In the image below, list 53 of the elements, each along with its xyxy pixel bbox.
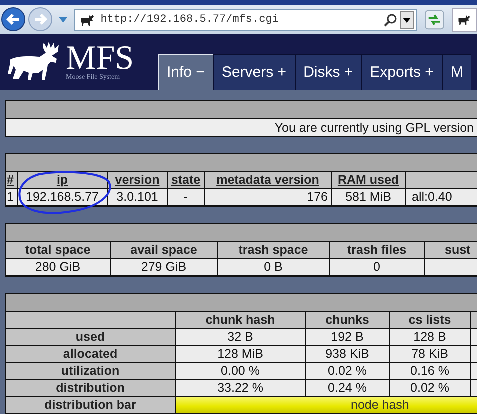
table-cell: 0.02 % [390,380,470,396]
search-icon[interactable] [384,12,398,26]
column-header-link[interactable]: ip [56,173,68,187]
nav-tab[interactable]: M [442,54,472,90]
column-header: trash files [330,242,424,258]
moose-icon [457,14,472,26]
table-cell: 0.00 % [176,362,306,380]
logo-text: MFS [66,43,134,75]
row-header: used [6,328,176,346]
address-field[interactable]: http://192.168.5.77/mfs.cgi [74,8,417,30]
row-header: distribution bar [6,396,176,414]
table-cell: 1 [6,188,18,206]
table-cell: 0 B [218,258,330,276]
url-text: http://192.168.5.77/mfs.cgi [100,14,280,26]
table-cell: 176 [204,188,332,206]
table-cell: 32 B [176,328,306,346]
column-header: trash space [218,242,330,258]
table-cell: 128 B [390,328,470,346]
back-icon[interactable] [1,7,26,32]
browser-tab[interactable] [452,8,477,32]
table-cell: 280 GiB [6,258,110,276]
table-cell: 0.16 % [390,362,470,380]
refresh-icon[interactable] [424,10,444,30]
license-notice: You are currently using GPL version [274,120,474,134]
table-cell: 3.0.101 [108,188,168,206]
dropdown-icon[interactable] [400,10,414,28]
table-cell: 0 [330,258,424,276]
table-cell: 78 KiB [390,346,470,362]
nav-tab[interactable]: Exports + [361,54,442,90]
column-header: avail space [110,242,218,258]
nav-tab[interactable]: Info − [158,54,213,90]
table-cell: all:0.40 [406,188,477,206]
row-header: allocated [6,346,176,362]
table-cell: 938 KiB [306,346,390,362]
column-header: cs lists [390,312,470,328]
row-header: utilization [6,362,176,380]
moose-icon [78,14,95,26]
table-cell: 0.02 % [306,362,390,380]
table-cell: - [168,188,204,206]
column-header: chunks [306,312,390,328]
table-cell: 0.24 % [306,380,390,396]
table-cell: 581 MiB [332,188,406,206]
column-header: sust [424,242,477,258]
table-cell: 128 MiB [176,346,306,362]
table-cell: 279 GiB [110,258,218,276]
bar-label: node hash [351,398,410,412]
row-header: distribution [6,380,176,396]
table-cell: 192 B [306,328,390,346]
column-header: total space [6,242,110,258]
nav-tab[interactable]: Disks + [294,54,362,90]
table-cell: 33.22 % [176,380,306,396]
column-header: chunk hash [176,312,306,328]
nav-tab[interactable]: Servers + [212,54,295,90]
